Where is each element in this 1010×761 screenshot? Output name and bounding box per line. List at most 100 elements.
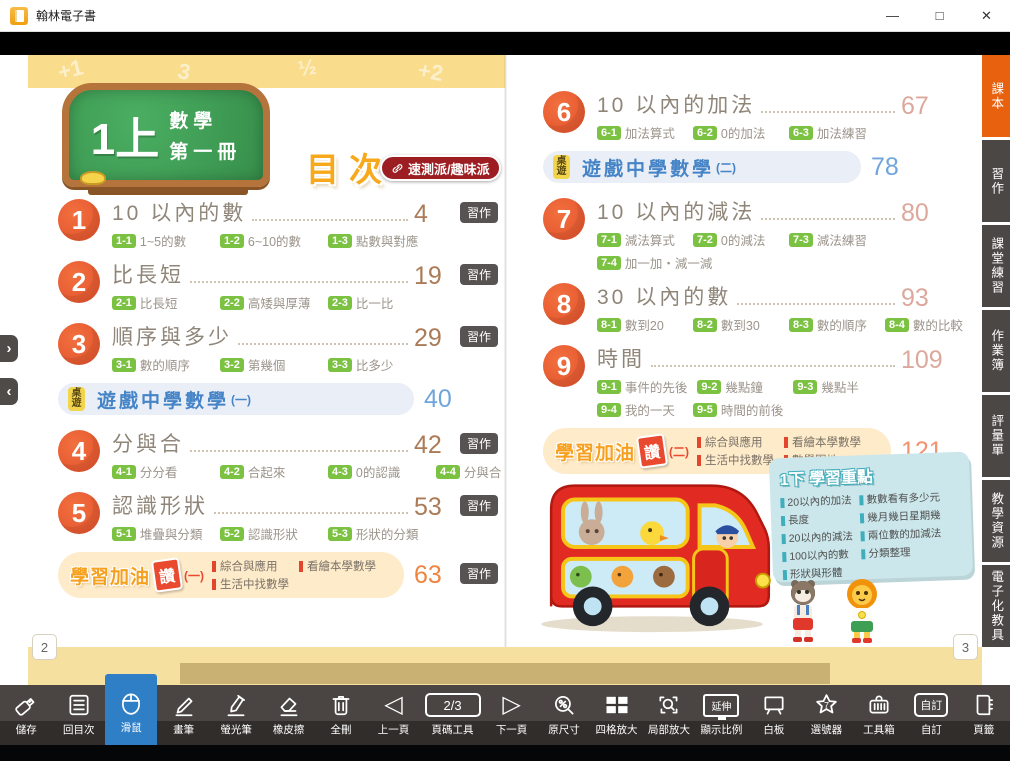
maximize-button[interactable]: □	[916, 0, 963, 31]
subsection-link[interactable]: 9-5 時間的前後	[693, 400, 783, 419]
toolbox-button[interactable]: 工具箱	[853, 685, 905, 745]
workbook-badge[interactable]: 習作	[460, 495, 498, 516]
subsection-link[interactable]: 7-4 加一加・減一減	[597, 253, 712, 272]
chapter-row[interactable]: 9 時間 109 9-1 事件的先後 9-2 幾點鐘 9-3 幾點半 9-4	[543, 343, 945, 419]
subsection-link[interactable]: 4-1 分分看	[112, 462, 208, 481]
mouse-tool-button[interactable]: 滑鼠	[105, 674, 157, 745]
subsection-link[interactable]: 3-1 數的順序	[112, 355, 208, 374]
sidebar-tab-workbook[interactable]: 習作	[982, 140, 1010, 222]
chapter-title[interactable]: 時間	[597, 343, 645, 373]
subsection-link[interactable]: 5-2 認識形狀	[220, 524, 316, 543]
subsection-link[interactable]: 9-1 事件的先後	[597, 377, 687, 396]
subsection-number-badge: 1-3	[328, 234, 352, 248]
delete-all-button[interactable]: 全刪	[315, 685, 367, 745]
save-button[interactable]: 儲存	[0, 685, 52, 745]
subsection-link[interactable]: 9-3 幾點半	[793, 377, 879, 396]
subsection-link[interactable]: 1-2 6~10的數	[220, 231, 316, 250]
workbook-badge[interactable]: 習作	[460, 326, 498, 347]
workbook-badge[interactable]: 習作	[460, 202, 498, 223]
learning-boost-pill[interactable]: 學習加油 讚 (一) 綜合與應用 看繪本學數學 生活中找數學	[58, 552, 404, 598]
chapter-row[interactable]: 2 比長短 19 習作 2-1 比長短 2-2 高矮與厚薄 2-3 比一比	[58, 259, 498, 312]
board-game-row[interactable]: 桌遊 遊戲中學數學 (一) 40	[58, 383, 498, 415]
subsection-link[interactable]: 3-2 第幾個	[220, 355, 316, 374]
chapter-title[interactable]: 10 以內的減法	[597, 196, 755, 226]
subsection-label: 堆疊與分類	[140, 524, 203, 543]
chapter-title[interactable]: 30 以內的數	[597, 281, 731, 311]
back-to-toc-button[interactable]: 回目次	[52, 685, 104, 745]
workbook-badge[interactable]: 習作	[460, 563, 498, 584]
subsection-link[interactable]: 6-2 0的加法	[693, 123, 779, 142]
chapter-row[interactable]: 7 10 以內的減法 80 7-1 減法算式 7-2 0的減法 7-3 減法練習…	[543, 196, 945, 272]
chapter-title[interactable]: 比長短	[112, 259, 184, 289]
subsection-link[interactable]: 8-3 數的順序	[789, 315, 875, 334]
chapter-row[interactable]: 3 順序與多少 29 習作 3-1 數的順序 3-2 第幾個 3-3 比多少	[58, 321, 498, 374]
minimize-button[interactable]: —	[869, 0, 916, 31]
subsection-link[interactable]: 6-3 加法練習	[789, 123, 875, 142]
page-number-tool-button[interactable]: 2/3 頁碼工具	[420, 685, 486, 745]
sidebar-tab-digital-tools[interactable]: 電子化教具	[982, 565, 1010, 647]
subsection-link[interactable]: 7-3 減法練習	[789, 230, 875, 249]
chapter-row[interactable]: 4 分與合 42 習作 4-1 分分看 4-2 合起來 4-3 0的認識 4-4	[58, 428, 498, 481]
subsection-link[interactable]: 1-3 點數與對應	[328, 231, 424, 250]
workbook-badge[interactable]: 習作	[460, 264, 498, 285]
sidebar-tab-teaching-resources[interactable]: 教學資源	[982, 480, 1010, 562]
learning-boost-row[interactable]: 學習加油 讚 (一) 綜合與應用 看繪本學數學 生活中找數學 63 習作	[58, 552, 498, 598]
board-game-pill[interactable]: 桌遊 遊戲中學數學 (一)	[58, 383, 414, 415]
subsection-link[interactable]: 8-1 數到20	[597, 315, 683, 334]
previous-page-button[interactable]: ◁ 上一頁	[367, 685, 419, 745]
subsection-link[interactable]: 7-1 減法算式	[597, 230, 683, 249]
quick-test-link-button[interactable]: 速測派/趣味派	[380, 155, 501, 181]
number-picker-button[interactable]: 7 選號器	[800, 685, 852, 745]
subsection-link[interactable]: 8-4 數的比較	[885, 315, 971, 334]
sidebar-tab-assessment[interactable]: 評量單	[982, 395, 1010, 477]
workbook-badge[interactable]: 習作	[460, 433, 498, 454]
chapter-row[interactable]: 1 10 以內的數 4 習作 1-1 1~5的數 1-2 6~10的數 1-3 …	[58, 197, 498, 250]
subsection-link[interactable]: 4-2 合起來	[220, 462, 316, 481]
subsection-link[interactable]: 1-1 1~5的數	[112, 231, 208, 250]
subsection-link[interactable]: 5-1 堆疊與分類	[112, 524, 208, 543]
eraser-tool-button[interactable]: 橡皮擦	[262, 685, 314, 745]
subsection-label: 認識形狀	[248, 524, 298, 543]
close-button[interactable]: ✕	[963, 0, 1010, 31]
whiteboard-button[interactable]: 白板	[748, 685, 800, 745]
chapter-title[interactable]: 分與合	[112, 428, 184, 458]
side-nav-forward-button[interactable]: ›	[0, 335, 18, 362]
page-tabs-button[interactable]: 頁籤	[958, 685, 1010, 745]
chapter-title[interactable]: 10 以內的數	[112, 197, 246, 227]
original-size-button[interactable]: 原尺寸	[538, 685, 590, 745]
page-indicator[interactable]: 2/3	[425, 693, 481, 717]
toolbar-label: 自訂	[921, 722, 942, 737]
sidebar-tab-class-practice[interactable]: 課堂練習	[982, 225, 1010, 307]
board-game-row[interactable]: 桌遊 遊戲中學數學 (二) 78	[543, 151, 945, 183]
subsection-link[interactable]: 2-3 比一比	[328, 293, 424, 312]
partial-zoom-button[interactable]: 局部放大	[643, 685, 695, 745]
display-ratio-button[interactable]: 延伸 顯示比例	[695, 685, 747, 745]
board-game-pill[interactable]: 桌遊 遊戲中學數學 (二)	[543, 151, 861, 183]
pen-tool-button[interactable]: 畫筆	[157, 685, 209, 745]
side-nav-back-button[interactable]: ‹	[0, 378, 18, 405]
subsection-link[interactable]: 3-3 比多少	[328, 355, 424, 374]
subsection-link[interactable]: 5-3 形狀的分類	[328, 524, 424, 543]
chapter-title[interactable]: 10 以內的加法	[597, 89, 755, 119]
subsection-link[interactable]: 7-2 0的減法	[693, 230, 779, 249]
chapter-row[interactable]: 8 30 以內的數 93 8-1 數到20 8-2 數到30 8-3 數的順序 …	[543, 281, 945, 334]
sidebar-tab-homework-book[interactable]: 作業簿	[982, 310, 1010, 392]
subsection-link[interactable]: 6-1 加法算式	[597, 123, 683, 142]
subsection-link[interactable]: 9-4 我的一天	[597, 400, 683, 419]
highlighter-tool-button[interactable]: 螢光筆	[210, 685, 262, 745]
next-page-button[interactable]: ▷ 下一頁	[485, 685, 537, 745]
chapter-title[interactable]: 順序與多少	[112, 321, 232, 351]
four-grid-zoom-button[interactable]: 四格放大	[590, 685, 642, 745]
subsection-link[interactable]: 9-2 幾點鐘	[697, 377, 783, 396]
chapter-row[interactable]: 5 認識形狀 53 習作 5-1 堆疊與分類 5-2 認識形狀 5-3 形狀的分…	[58, 490, 498, 543]
subsection-link[interactable]: 8-2 數到30	[693, 315, 779, 334]
subsection-link[interactable]: 2-1 比長短	[112, 293, 208, 312]
board-game-part: (二)	[716, 159, 736, 176]
chapter-row[interactable]: 6 10 以內的加法 67 6-1 加法算式 6-2 0的加法 6-3 加法練習	[543, 89, 945, 142]
subsection-link[interactable]: 2-2 高矮與厚薄	[220, 293, 316, 312]
horizontal-scrollbar-thumb[interactable]	[180, 663, 830, 684]
sidebar-tab-textbook[interactable]: 課本	[982, 55, 1010, 137]
custom-button[interactable]: 自訂 自訂	[905, 685, 957, 745]
subsection-link[interactable]: 4-3 0的認識	[328, 462, 424, 481]
chapter-title[interactable]: 認識形狀	[112, 490, 208, 520]
